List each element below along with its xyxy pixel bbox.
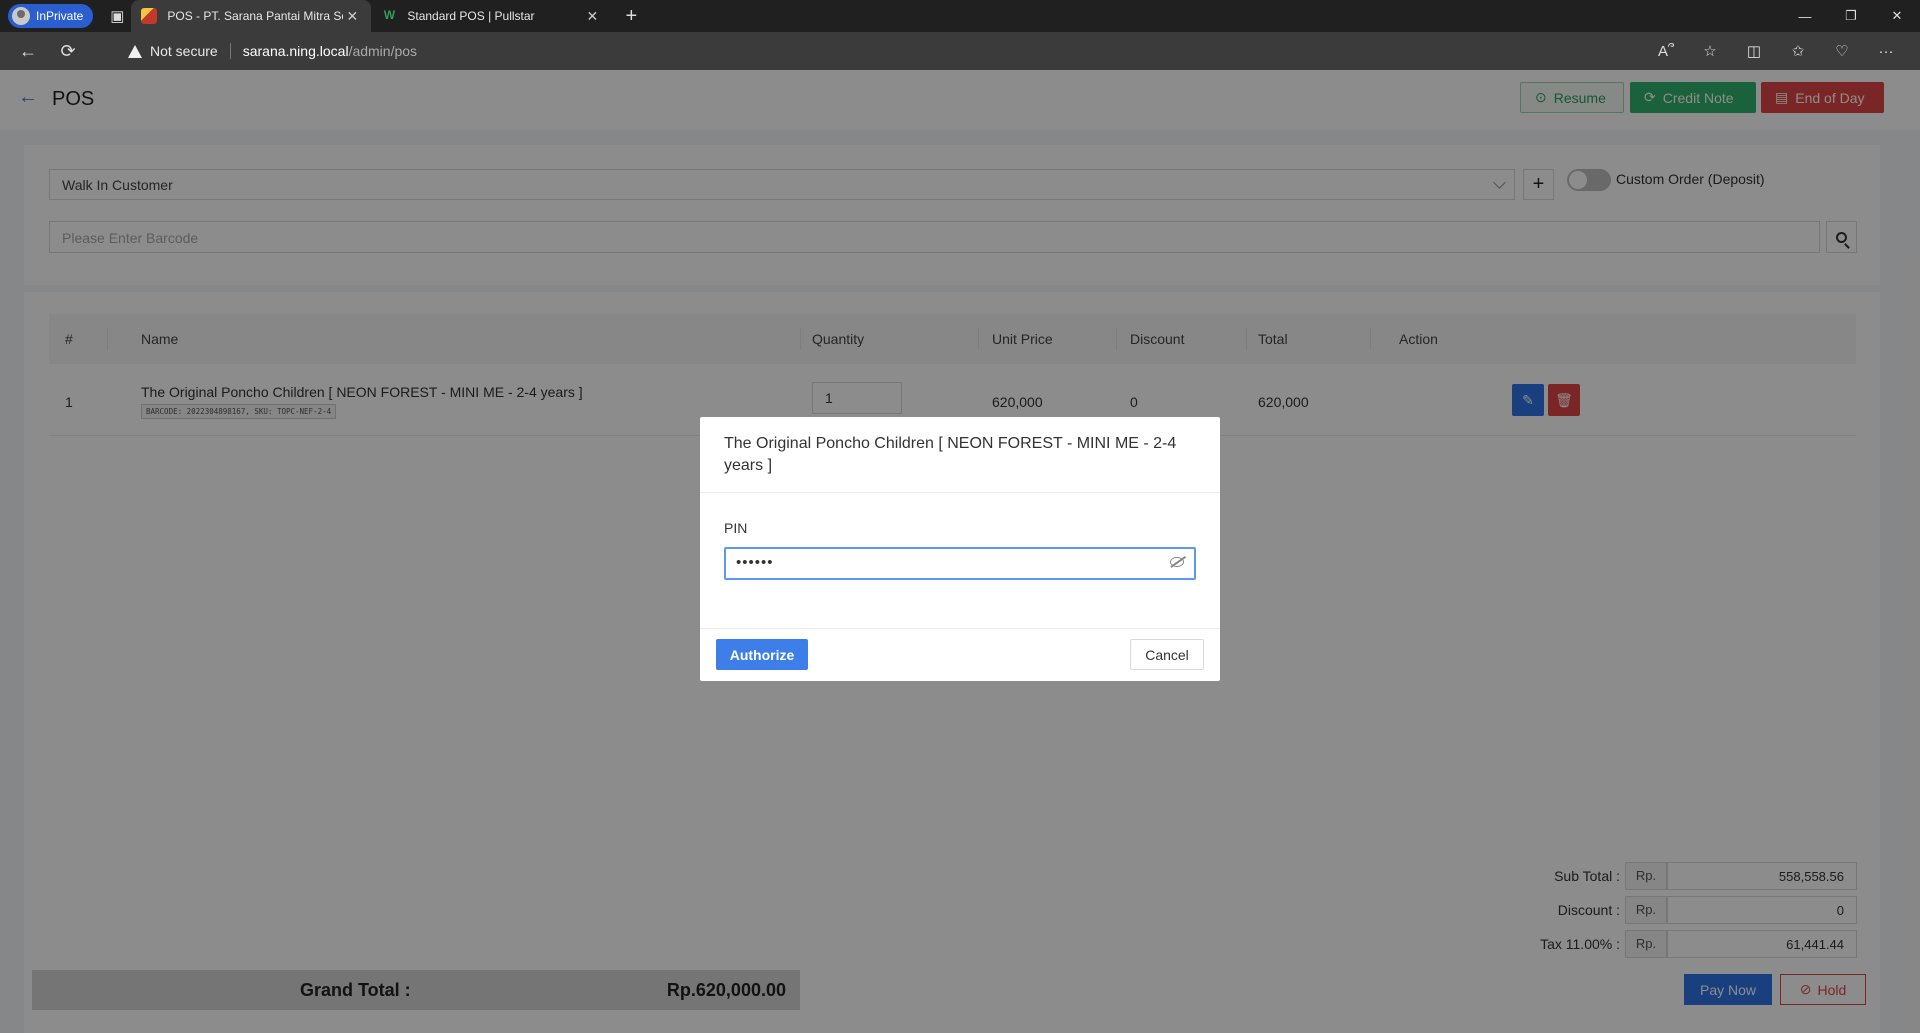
- tab-title: POS - PT. Sarana Pantai Mitra Se: [167, 9, 344, 23]
- close-tab-icon[interactable]: ✕: [583, 8, 601, 25]
- url-divider: [229, 43, 231, 59]
- window-controls: — ❐ ✕: [1782, 0, 1920, 32]
- favorites-icon[interactable]: ✩: [1776, 42, 1820, 60]
- close-tab-icon[interactable]: ✕: [343, 8, 361, 25]
- more-options-icon[interactable]: ···: [1864, 43, 1908, 60]
- restore-icon[interactable]: ❐: [1828, 0, 1874, 32]
- split-screen-icon[interactable]: ◫: [1732, 42, 1776, 60]
- tab-actions-icon[interactable]: ▣: [103, 2, 131, 30]
- cancel-button[interactable]: Cancel: [1130, 639, 1204, 670]
- authorize-modal: The Original Poncho Children [ NEON FORE…: [700, 417, 1220, 681]
- eye-invisible-icon[interactable]: [1170, 557, 1184, 567]
- authorize-button[interactable]: Authorize: [716, 639, 808, 670]
- favorite-star-icon[interactable]: ☆: [1688, 42, 1732, 60]
- tab-pos[interactable]: POS - PT. Sarana Pantai Mitra Se ✕: [131, 0, 372, 32]
- pullstar-favicon-icon: W: [383, 8, 396, 22]
- url-host: sarana.ning.local: [242, 43, 349, 59]
- pin-value: ••••••: [736, 554, 774, 571]
- browser-toolbar: A՞ ☆ ◫ ✩ ♡ ···: [1644, 32, 1908, 70]
- pin-field[interactable]: ••••••: [724, 547, 1196, 580]
- browser-tab-bar: InPrivate ▣ POS - PT. Sarana Pantai Mitr…: [0, 0, 1920, 32]
- read-aloud-icon[interactable]: A՞: [1644, 42, 1688, 60]
- inprivate-label: InPrivate: [36, 9, 84, 23]
- warning-icon: [128, 44, 142, 58]
- pos-page: ← POS ⊙ Resume ⟳ Credit Note ▤ End of Da…: [0, 70, 1920, 1033]
- modal-footer: Authorize Cancel: [700, 628, 1220, 681]
- url-path: /admin/pos: [348, 43, 418, 59]
- pin-label: PIN: [724, 520, 748, 536]
- profile-avatar: [12, 7, 30, 25]
- browser-address-bar: ← ⟳ Not secure sarana.ning.local /admin/…: [0, 32, 1920, 70]
- refresh-icon[interactable]: ⟳: [48, 35, 88, 67]
- modal-title: The Original Poncho Children [ NEON FORE…: [724, 435, 1177, 474]
- back-icon[interactable]: ←: [8, 35, 48, 67]
- browser-essentials-icon[interactable]: ♡: [1820, 42, 1864, 60]
- modal-header: The Original Poncho Children [ NEON FORE…: [700, 417, 1220, 493]
- tab-pullstar[interactable]: W Standard POS | Pullstar ✕: [371, 0, 611, 32]
- tab-title: Standard POS | Pullstar: [407, 9, 535, 23]
- new-tab-button[interactable]: +: [619, 5, 643, 28]
- close-window-icon[interactable]: ✕: [1874, 0, 1920, 32]
- minimize-icon[interactable]: —: [1782, 0, 1828, 32]
- security-label: Not secure: [150, 43, 218, 59]
- site-favicon-icon: [141, 8, 158, 24]
- inprivate-badge[interactable]: InPrivate: [8, 4, 94, 28]
- url-field[interactable]: Not secure sarana.ning.local /admin/pos: [128, 36, 417, 66]
